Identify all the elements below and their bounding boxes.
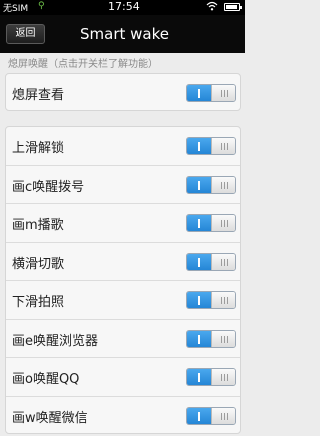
toggle-knob: [211, 330, 235, 347]
setting-row[interactable]: 画w唤醒微信: [6, 397, 240, 436]
setting-label: 上滑解锁: [12, 141, 65, 156]
usb-icon: ⚲: [38, 1, 45, 11]
screen-off-view-toggle[interactable]: [186, 84, 236, 102]
toggle-knob: [211, 176, 235, 193]
setting-row[interactable]: 横滑切歌: [6, 243, 240, 281]
setting-label: 熄屏查看: [12, 88, 65, 103]
setting-toggle[interactable]: [186, 252, 236, 271]
status-bar: 无SIM ⚲ 17:54: [0, 0, 245, 15]
section-hint: 熄屏唤醒（点击开关栏了解功能）: [8, 59, 158, 70]
toggle-knob: [211, 85, 235, 101]
setting-row[interactable]: 画m播歌: [6, 204, 240, 243]
battery-icon: [224, 3, 242, 11]
setting-toggle[interactable]: [186, 214, 236, 232]
setting-toggle[interactable]: [186, 137, 236, 155]
setting-toggle[interactable]: [186, 175, 236, 194]
setting-row[interactable]: 下滑拍照: [6, 281, 240, 320]
setting-toggle[interactable]: [186, 406, 236, 425]
toggle-on-indicator: [187, 369, 211, 385]
toggle-knob: [211, 253, 235, 270]
back-button[interactable]: 返回: [6, 24, 45, 44]
setting-label: 画c唤醒拨号: [12, 179, 85, 195]
setting-row[interactable]: 画c唤醒拨号: [6, 166, 240, 204]
toggle-knob: [211, 138, 235, 154]
toggle-on-indicator: [187, 407, 211, 424]
setting-row[interactable]: 画o唤醒QQ: [6, 358, 240, 397]
title-bar: 返回 Smart wake: [0, 15, 245, 53]
toggle-on-indicator: [187, 138, 211, 154]
wifi-icon: [206, 1, 218, 14]
setting-toggle[interactable]: [186, 291, 236, 309]
toggle-on-indicator: [187, 292, 211, 308]
page-title: Smart wake: [80, 25, 169, 43]
setting-label: 画o唤醒QQ: [12, 372, 80, 387]
carrier-text: 无SIM: [3, 4, 29, 14]
setting-label: 画m播歌: [12, 218, 64, 233]
screen-off-view-card: 熄屏查看: [5, 73, 241, 111]
setting-label: 画e唤醒浏览器: [12, 333, 98, 349]
toggle-on-indicator: [187, 85, 211, 101]
toggle-knob: [211, 407, 235, 424]
setting-label: 画w唤醒微信: [12, 410, 88, 426]
setting-toggle[interactable]: [186, 329, 236, 348]
toggle-on-indicator: [187, 176, 211, 193]
toggle-on-indicator: [187, 330, 211, 347]
setting-toggle[interactable]: [186, 368, 236, 386]
setting-row[interactable]: 画e唤醒浏览器: [6, 320, 240, 358]
toggle-on-indicator: [187, 253, 211, 270]
gesture-settings-card: 上滑解锁画c唤醒拨号 画m播歌横滑切歌下滑拍照画e唤醒浏览器 画o唤醒QQ 画w唤醒微…: [5, 126, 241, 434]
toggle-knob: [211, 215, 235, 231]
setting-row-screen-off-view[interactable]: 熄屏查看: [6, 74, 240, 112]
setting-row[interactable]: 上滑解锁: [6, 127, 240, 166]
battery-level: [226, 5, 238, 9]
clock: 17:54: [108, 0, 140, 13]
toggle-knob: [211, 369, 235, 385]
setting-label: 下滑拍照: [12, 295, 65, 310]
toggle-on-indicator: [187, 215, 211, 231]
setting-label: 横滑切歌: [12, 256, 65, 272]
toggle-knob: [211, 292, 235, 308]
